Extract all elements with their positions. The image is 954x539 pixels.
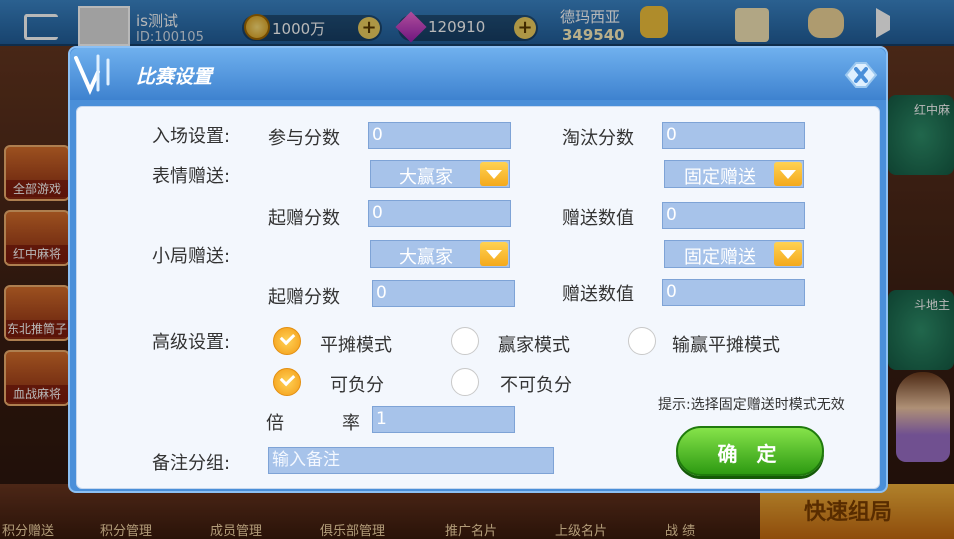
dropdown-value: 大赢家: [399, 167, 453, 188]
mode-win-lose-split-label: 输赢平摊模式: [672, 335, 780, 356]
advanced-settings-label: 高级设置:: [152, 332, 231, 353]
rate-label-char1: 倍: [266, 413, 284, 434]
emoji-gift-label: 表情赠送:: [152, 166, 231, 187]
round-gift-label: 小局赠送:: [152, 246, 231, 267]
dialog-title: 比赛设置: [136, 66, 213, 88]
negative-allowed-label: 可负分: [330, 375, 384, 396]
rate-label-char2: 率: [342, 413, 360, 434]
confirm-button[interactable]: 确 定: [676, 426, 824, 476]
mode-win-lose-split-radio[interactable]: [628, 327, 656, 355]
mode-winner-radio[interactable]: [451, 327, 479, 355]
entry-settings-label: 入场设置:: [152, 126, 231, 147]
remark-group-label: 备注分组:: [152, 453, 231, 474]
compass-logo-icon: [74, 54, 110, 95]
dropdown-value: 固定赠送: [684, 167, 756, 188]
emoji-gift-value-input[interactable]: 0: [662, 202, 805, 229]
negative-allowed-radio[interactable]: [273, 368, 301, 396]
round-gift-value-label: 赠送数值: [562, 284, 634, 305]
remark-input[interactable]: 输入备注: [268, 447, 554, 474]
mode-split-label: 平摊模式: [320, 335, 392, 356]
chevron-down-icon[interactable]: [774, 242, 802, 266]
emoji-gift-type-dropdown[interactable]: 固定赠送: [664, 160, 804, 188]
chevron-down-icon[interactable]: [480, 242, 508, 266]
emoji-start-score-label: 起赠分数: [268, 208, 340, 229]
round-start-score-input[interactable]: 0: [372, 280, 515, 307]
emoji-gift-value-label: 赠送数值: [562, 208, 634, 229]
chevron-down-icon[interactable]: [480, 162, 508, 186]
rate-input[interactable]: 1: [372, 406, 515, 433]
participate-score-input[interactable]: 0: [368, 122, 511, 149]
mode-winner-label: 赢家模式: [498, 335, 570, 356]
round-start-score-label: 起赠分数: [268, 287, 340, 308]
negative-disallowed-radio[interactable]: [451, 368, 479, 396]
negative-disallowed-label: 不可负分: [500, 375, 572, 396]
eliminate-score-input[interactable]: 0: [662, 122, 805, 149]
chevron-down-icon[interactable]: [774, 162, 802, 186]
emoji-start-score-input[interactable]: 0: [368, 200, 511, 227]
dropdown-value: 固定赠送: [684, 247, 756, 268]
confirm-label: 确 定: [717, 442, 783, 466]
round-gift-value-input[interactable]: 0: [662, 279, 805, 306]
mode-split-radio[interactable]: [273, 327, 301, 355]
participate-score-label: 参与分数: [268, 128, 340, 149]
round-winner-dropdown[interactable]: 大赢家: [370, 240, 510, 268]
close-icon[interactable]: [842, 60, 880, 90]
eliminate-score-label: 淘汰分数: [562, 128, 634, 149]
dropdown-value: 大赢家: [399, 247, 453, 268]
emoji-winner-dropdown[interactable]: 大赢家: [370, 160, 510, 188]
hint-text: 提示:选择固定赠送时模式无效: [658, 397, 845, 413]
dialog-header: 比赛设置: [70, 48, 886, 100]
round-gift-type-dropdown[interactable]: 固定赠送: [664, 240, 804, 268]
